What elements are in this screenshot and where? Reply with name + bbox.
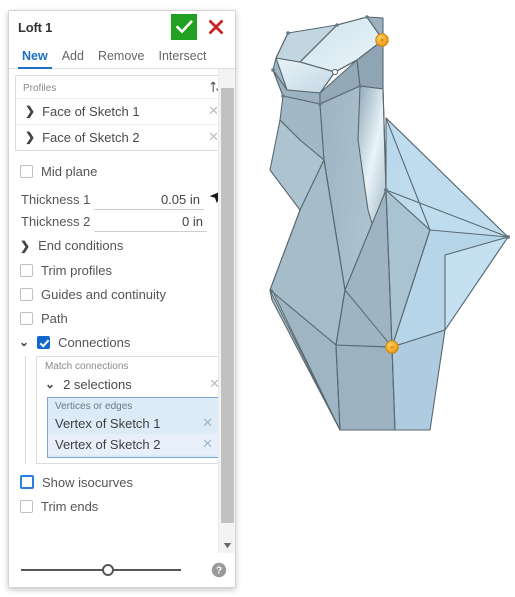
mid-plane-label: Mid plane: [41, 163, 98, 179]
vertex-item-2[interactable]: Vertex of Sketch 2 ✕: [48, 434, 221, 455]
profiles-label: Profiles: [23, 83, 57, 94]
path-checkbox[interactable]: [20, 311, 33, 325]
dialog-titlebar[interactable]: Loft 1: [9, 11, 235, 43]
mid-plane-row[interactable]: Mid plane: [15, 159, 229, 183]
path-row[interactable]: Path: [15, 306, 229, 330]
profile-item-2-label: Face of Sketch 2: [42, 129, 140, 145]
tab-remove-label: Remove: [97, 48, 145, 63]
chevron-right-icon[interactable]: ❯: [20, 240, 30, 252]
cancel-button[interactable]: [203, 14, 229, 40]
thickness-1-input[interactable]: 0.05 in: [94, 192, 204, 210]
chevron-right-icon[interactable]: ❯: [25, 131, 35, 143]
show-isocurves-row[interactable]: Show isocurves: [15, 470, 229, 494]
vertices-or-edges-box[interactable]: Vertices or edges Vertex of Sketch 1 ✕ V…: [47, 397, 222, 458]
connections-row[interactable]: ⌄ Connections: [15, 330, 229, 354]
selected-vertex-bottom[interactable]: [385, 340, 399, 354]
dialog-title: Loft 1: [18, 19, 53, 35]
connections-nested-group: Match connections ⌄ 2 selections ✕ Verti…: [25, 356, 229, 464]
show-isocurves-label: Show isocurves: [42, 474, 134, 490]
tab-add-label: Add: [61, 48, 84, 63]
thickness-1-label: Thickness 1: [21, 192, 91, 207]
guides-and-continuity-checkbox[interactable]: [20, 287, 33, 301]
end-conditions-row[interactable]: ❯ End conditions: [15, 233, 229, 258]
trim-profiles-checkbox[interactable]: [20, 263, 33, 277]
dialog-body: Profiles ❯ Face of Sketch 1 ✕ ❯ Face of …: [9, 69, 235, 553]
vertex-item-2-remove-icon[interactable]: ✕: [200, 436, 215, 452]
3d-model-viewport[interactable]: [240, 0, 515, 597]
svg-text:?: ?: [216, 566, 222, 577]
trim-profiles-row[interactable]: Trim profiles: [15, 258, 229, 282]
profile-item-1-label: Face of Sketch 1: [42, 103, 140, 119]
thickness-2-label: Thickness 2: [21, 214, 91, 229]
dialog-footer: ?: [9, 553, 235, 587]
connections-checkbox[interactable]: [37, 335, 51, 349]
slider-thumb[interactable]: [102, 564, 114, 576]
opacity-slider[interactable]: [18, 563, 197, 577]
vertex-item-1-remove-icon[interactable]: ✕: [200, 415, 215, 431]
trim-ends-label: Trim ends: [41, 498, 99, 514]
app-root: Loft 1 New Add Remove Intersect Profiles…: [0, 0, 515, 597]
scrollbar-thumb[interactable]: [221, 88, 234, 523]
tab-remove[interactable]: Remove: [91, 43, 152, 68]
selections-label: 2 selections: [63, 376, 132, 392]
thickness-2-row: Thickness 2 0 in: [15, 211, 229, 233]
tab-add[interactable]: Add: [55, 43, 91, 68]
help-circle-icon[interactable]: ?: [211, 562, 227, 578]
dialog-scrollbar[interactable]: [218, 69, 235, 553]
model-canvas[interactable]: [240, 0, 515, 597]
profile-item-1[interactable]: ❯ Face of Sketch 1 ✕: [16, 98, 228, 124]
dialog-content: Profiles ❯ Face of Sketch 1 ✕ ❯ Face of …: [9, 69, 235, 553]
tab-new[interactable]: New: [15, 43, 55, 69]
profile-item-2[interactable]: ❯ Face of Sketch 2 ✕: [16, 124, 228, 150]
profiles-box: Profiles ❯ Face of Sketch 1 ✕ ❯ Face of …: [15, 75, 229, 151]
thickness-2-input[interactable]: 0 in: [94, 214, 207, 232]
connections-label: Connections: [58, 334, 131, 350]
trim-ends-checkbox[interactable]: [20, 499, 33, 513]
scroll-down-button[interactable]: [219, 537, 235, 553]
vertex-item-1-label: Vertex of Sketch 1: [55, 415, 161, 431]
end-conditions-label: End conditions: [38, 238, 124, 253]
close-icon: [209, 20, 223, 34]
vertices-or-edges-label: Vertices or edges: [55, 401, 133, 412]
guides-and-continuity-row[interactable]: Guides and continuity: [15, 282, 229, 306]
tab-intersect[interactable]: Intersect: [152, 43, 214, 68]
trim-profiles-label: Trim profiles: [41, 262, 113, 278]
slider-track: [21, 569, 181, 571]
chevron-down-icon[interactable]: ⌄: [45, 378, 55, 390]
profiles-header: Profiles: [16, 76, 228, 98]
check-icon: [175, 20, 193, 34]
match-connections-label: Match connections: [45, 361, 129, 372]
selections-row[interactable]: ⌄ 2 selections ✕: [37, 374, 228, 394]
mid-plane-checkbox[interactable]: [20, 164, 33, 178]
chevron-down-icon[interactable]: ⌄: [19, 336, 29, 348]
thickness-1-row: Thickness 1 0.05 in: [15, 183, 229, 211]
match-connections-box: Match connections ⌄ 2 selections ✕ Verti…: [36, 356, 229, 464]
tab-intersect-label: Intersect: [158, 48, 207, 63]
show-isocurves-checkbox[interactable]: [20, 475, 34, 489]
operation-tabs: New Add Remove Intersect: [9, 43, 235, 69]
triangle-down-icon: [223, 542, 232, 548]
vertex-item-2-label: Vertex of Sketch 2: [55, 436, 161, 452]
trim-ends-row[interactable]: Trim ends: [15, 494, 229, 518]
tab-new-label: New: [22, 48, 48, 63]
guides-and-continuity-label: Guides and continuity: [41, 286, 167, 302]
vertex-item-1[interactable]: Vertex of Sketch 1 ✕: [48, 413, 221, 434]
loft-dialog: Loft 1 New Add Remove Intersect Profiles…: [8, 10, 236, 588]
selected-vertex-top[interactable]: [375, 33, 389, 47]
path-label: Path: [41, 310, 68, 326]
chevron-right-icon[interactable]: ❯: [25, 105, 35, 117]
confirm-button[interactable]: [171, 14, 197, 40]
